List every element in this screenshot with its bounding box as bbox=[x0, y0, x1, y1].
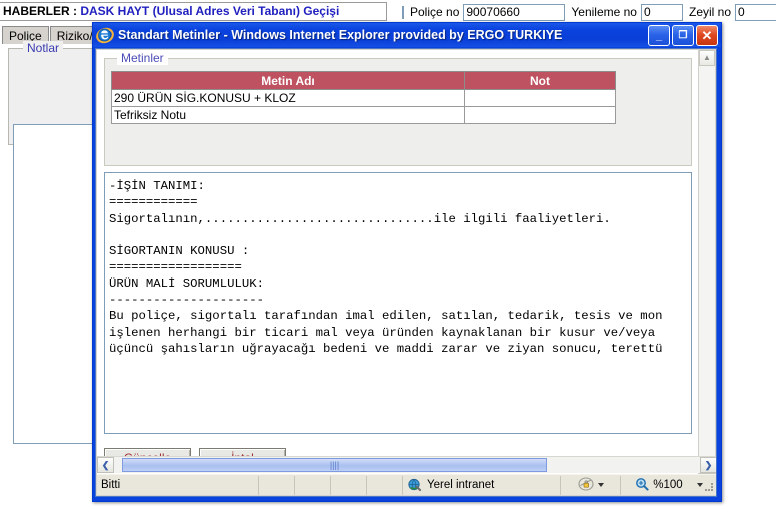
news-ticker: HABERLER : DASK HAYT (Ulusal Adres Veri … bbox=[0, 2, 387, 21]
field-yenileme-no: Yenileme no bbox=[565, 3, 683, 21]
field-zeyil-no-label: Zeyil no bbox=[688, 5, 732, 19]
vertical-scrollbar[interactable]: ▲ ▼ bbox=[698, 50, 715, 474]
internet-explorer-icon bbox=[96, 26, 114, 44]
status-segment-4 bbox=[367, 475, 403, 495]
security-zone[interactable]: Yerel intranet bbox=[403, 475, 561, 495]
zeyil-no-input[interactable] bbox=[735, 3, 776, 21]
field-zeyil-no: Zeyil no bbox=[683, 3, 776, 21]
notlar-legend: Notlar bbox=[23, 41, 64, 55]
metin-text-pane[interactable]: -İŞİN TANIMI: ============ Sigortalının,… bbox=[104, 172, 692, 434]
metinler-legend: Metinler bbox=[117, 51, 168, 65]
zoom-level-label: %100 bbox=[653, 479, 683, 491]
status-text: Bitti bbox=[97, 475, 259, 495]
close-icon: ✕ bbox=[701, 28, 713, 43]
close-button[interactable]: ✕ bbox=[696, 25, 718, 46]
table-header-row: Metin Adı Not bbox=[111, 71, 616, 90]
table-row[interactable]: 290 ÜRÜN SİG.KONUSU + KLOZ bbox=[111, 89, 616, 107]
field-yenileme-no-label: Yenileme no bbox=[571, 5, 637, 19]
status-segment-2 bbox=[295, 475, 331, 495]
metinler-table: Metin Adı Not 290 ÜRÜN SİG.KONUSU + KLOZ… bbox=[111, 71, 616, 124]
cell-metin-adi[interactable]: 290 ÜRÜN SİG.KONUSU + KLOZ bbox=[111, 89, 465, 107]
status-bar: Bitti Yerel intranet %100 bbox=[97, 474, 716, 495]
globe-icon bbox=[407, 478, 422, 493]
field-police-no: Poliçe no bbox=[404, 3, 566, 21]
status-segment-3 bbox=[331, 475, 367, 495]
security-dropdown-icon[interactable] bbox=[597, 483, 604, 487]
scroll-right-icon[interactable]: ❯ bbox=[700, 457, 716, 473]
resize-grip-icon[interactable] bbox=[703, 481, 715, 493]
table-row[interactable]: Tefriksiz Notu bbox=[111, 106, 616, 124]
window-title: Standart Metinler - Windows Internet Exp… bbox=[118, 28, 563, 42]
metinler-fieldset: Metinler Metin Adı Not 290 ÜRÜN SİG.KONU… bbox=[104, 51, 692, 166]
internet-explorer-window: Standart Metinler - Windows Internet Exp… bbox=[92, 22, 722, 502]
minimize-icon: _ bbox=[655, 30, 663, 42]
policy-header-fields: Poliçe no Yenileme no Zeyil no bbox=[400, 2, 776, 22]
cell-metin-adi[interactable]: Tefriksiz Notu bbox=[111, 106, 465, 124]
maximize-icon: ❐ bbox=[678, 29, 688, 41]
horizontal-scrollbar[interactable]: ❮ |||| ❯ bbox=[97, 456, 716, 473]
minimize-button[interactable]: _ bbox=[648, 25, 670, 46]
metin-text-body: -İŞİN TANIMI: ============ Sigortalının,… bbox=[109, 179, 663, 356]
window-controls: _ ❐ ✕ bbox=[648, 25, 718, 46]
news-text: DASK HAYT (Ulusal Adres Veri Tabanı) Geç… bbox=[80, 4, 340, 18]
yenileme-no-input[interactable] bbox=[640, 3, 683, 21]
window-titlebar[interactable]: Standart Metinler - Windows Internet Exp… bbox=[93, 23, 721, 47]
status-segment-1 bbox=[259, 475, 295, 495]
window-client-area: Metinler Metin Adı Not 290 ÜRÜN SİG.KONU… bbox=[95, 48, 717, 497]
magnifier-icon bbox=[635, 477, 649, 494]
police-no-input[interactable] bbox=[463, 3, 566, 21]
cell-not[interactable] bbox=[464, 106, 616, 124]
zoom-dropdown-icon[interactable] bbox=[696, 483, 703, 487]
page-surface: Metinler Metin Adı Not 290 ÜRÜN SİG.KONU… bbox=[97, 50, 701, 474]
maximize-button[interactable]: ❐ bbox=[672, 25, 694, 46]
security-settings[interactable] bbox=[561, 475, 621, 495]
column-header-not[interactable]: Not bbox=[464, 71, 616, 90]
cell-not[interactable] bbox=[464, 89, 616, 107]
security-zone-label: Yerel intranet bbox=[427, 479, 495, 491]
field-police-no-label: Poliçe no bbox=[410, 5, 460, 19]
scroll-left-icon[interactable]: ❮ bbox=[97, 457, 114, 473]
scroll-up-icon[interactable]: ▲ bbox=[699, 50, 715, 66]
news-label: HABERLER : bbox=[3, 4, 77, 18]
column-header-metin-adi[interactable]: Metin Adı bbox=[111, 71, 465, 90]
horizontal-scroll-thumb[interactable]: |||| bbox=[122, 458, 547, 472]
security-lock-icon bbox=[577, 476, 594, 494]
